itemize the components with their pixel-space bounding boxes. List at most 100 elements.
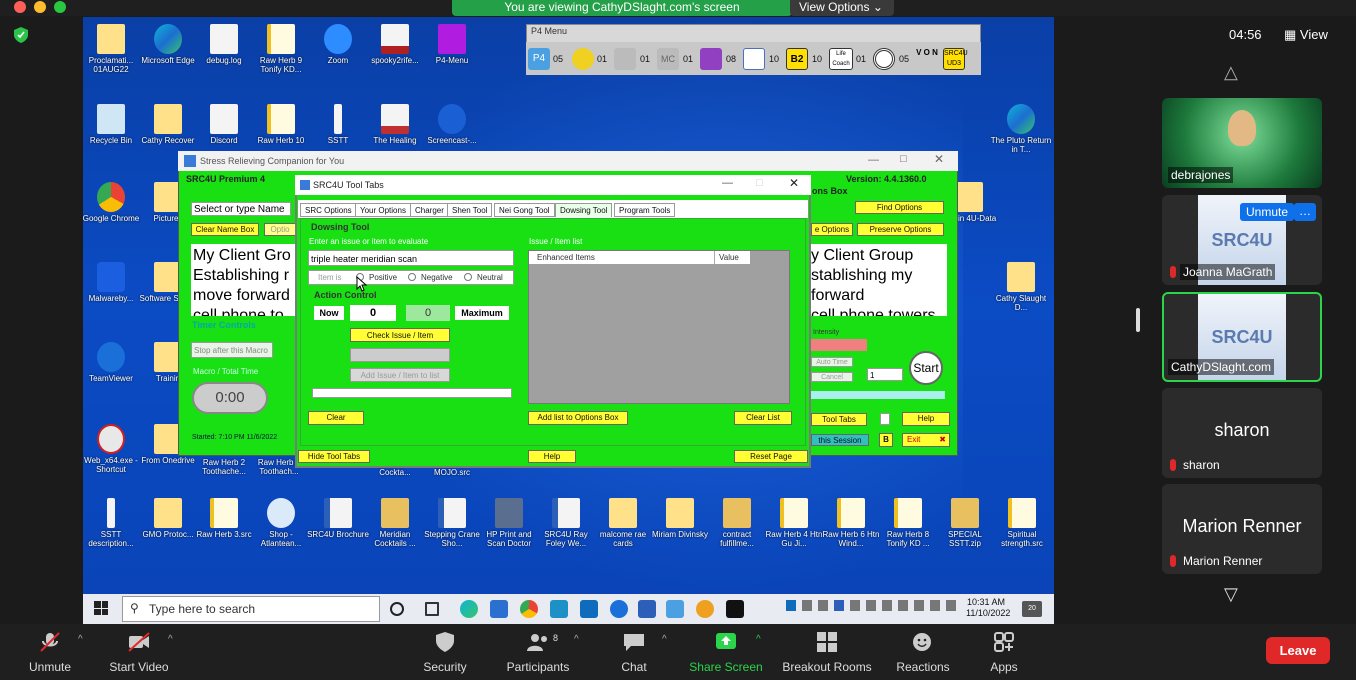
chevron-up-icon[interactable]: ^ xyxy=(168,634,173,645)
e-options-button[interactable]: e Options xyxy=(811,223,853,236)
desktop-icon[interactable]: Microsoft Edge xyxy=(137,24,199,65)
share-screen-button[interactable]: Share Screen xyxy=(686,631,766,674)
desktop-icon[interactable]: Spiritual strength.src xyxy=(991,498,1053,548)
chevron-up-icon[interactable]: ^ xyxy=(78,634,83,645)
negative-radio[interactable] xyxy=(408,273,416,281)
minimize-window-icon[interactable] xyxy=(34,1,46,13)
desktop-icon[interactable]: Raw Herb 10 xyxy=(250,104,312,145)
more-options-button[interactable]: … xyxy=(1294,203,1316,221)
desktop-icon[interactable]: P4-Menu xyxy=(421,24,483,65)
apps-button[interactable]: Apps xyxy=(986,631,1022,674)
minimize-icon[interactable]: — xyxy=(868,154,879,166)
column-header-items[interactable]: Enhanced Items xyxy=(529,251,714,264)
help-button-main[interactable]: Help xyxy=(902,412,950,426)
desktop-icon[interactable]: SRC4U Ray Foley We... xyxy=(535,498,597,548)
clock-icon[interactable] xyxy=(572,48,594,70)
close-icon[interactable]: ✕ xyxy=(934,152,944,166)
desktop-icon[interactable]: Cathy Recover xyxy=(137,104,199,145)
tray-icon[interactable] xyxy=(882,600,892,611)
tab-nei-gong-tool[interactable]: Nei Gong Tool xyxy=(494,203,555,217)
reset-page-button[interactable]: Reset Page xyxy=(734,450,808,463)
teamviewer-taskbar-icon[interactable] xyxy=(610,600,628,618)
scroll-up-icon[interactable]: △ xyxy=(1224,62,1238,83)
desktop-icon[interactable]: Shop - Atlantean... xyxy=(250,498,312,548)
outlook-taskbar-icon[interactable] xyxy=(580,600,598,618)
notifications-icon[interactable]: 20 xyxy=(1022,601,1042,617)
add-list-to-options-button[interactable]: Add list to Options Box xyxy=(528,411,628,425)
desktop-icon[interactable]: MOJO.src xyxy=(421,468,483,480)
desktop-icon[interactable]: SSTT xyxy=(307,104,369,145)
desktop-icon[interactable]: Proclamati... 01AUG22 xyxy=(80,24,142,74)
word-taskbar-icon[interactable] xyxy=(638,600,656,618)
b-button[interactable]: B xyxy=(879,433,893,447)
participant-tile-active-speaker[interactable]: SRC4U CathyDSlaght.com xyxy=(1162,292,1322,382)
tab-your-options[interactable]: Your Options xyxy=(355,203,411,217)
hide-tool-tabs-button[interactable]: Hide Tool Tabs xyxy=(298,450,370,463)
security-button[interactable]: Security xyxy=(418,631,472,674)
tab-shen-tool[interactable]: Shen Tool xyxy=(447,203,493,217)
this-session-button[interactable]: this Session xyxy=(811,434,869,446)
close-window-icon[interactable] xyxy=(14,1,26,13)
issue-list-table[interactable] xyxy=(528,250,790,404)
tool-tabs-button[interactable]: Tool Tabs xyxy=(811,413,867,426)
tab-src-options[interactable]: SRC Options xyxy=(300,203,357,217)
edge-taskbar-icon[interactable] xyxy=(460,600,478,618)
spiral-icon[interactable] xyxy=(700,48,722,70)
desktop-icon[interactable]: SPECIAL SSTT.zip xyxy=(934,498,996,548)
desktop-icon[interactable]: Malwareby... xyxy=(80,262,142,303)
life-coach-icon[interactable]: Life Coach xyxy=(829,48,853,70)
app-taskbar-icon[interactable] xyxy=(550,600,568,618)
auto-time-button[interactable]: Auto Time xyxy=(811,357,853,367)
desktop-icon[interactable]: Raw Herb 6 Htn Wind... xyxy=(820,498,882,548)
desktop-icon[interactable]: Raw Herb 8 Tonify KD ... xyxy=(877,498,939,548)
taskbar-search-input[interactable]: Type here to search xyxy=(122,596,380,622)
von-icon[interactable]: V O N xyxy=(916,48,938,70)
tray-icon[interactable] xyxy=(818,600,828,611)
preserve-options-button[interactable]: Preserve Options xyxy=(857,223,944,236)
desktop-icon[interactable]: malcome rae cards xyxy=(592,498,654,548)
desktop-icon[interactable]: TeamViewer xyxy=(80,342,142,383)
options-button[interactable]: Optio xyxy=(264,223,296,236)
cancel-button[interactable]: Cancel xyxy=(811,372,853,382)
windows-start-icon[interactable] xyxy=(94,601,108,615)
desktop-icon[interactable]: Web_x64.exe - Shortcut xyxy=(80,424,142,474)
unmute-participant-button[interactable]: Unmute xyxy=(1240,203,1294,221)
maximize-window-icon[interactable] xyxy=(54,1,66,13)
desktop-icon[interactable]: The Pluto Return in T... xyxy=(990,104,1052,154)
p4-icon[interactable]: P4 xyxy=(528,48,550,70)
tab-program-tools[interactable]: Program Tools xyxy=(614,203,676,217)
chevron-up-icon[interactable]: ^ xyxy=(574,634,579,645)
client-text-left[interactable]: My Client Gro Establishing r move forwar… xyxy=(191,244,297,316)
tool-icon[interactable] xyxy=(614,48,636,70)
client-text-right[interactable]: y Client Group stablishing my forward ce… xyxy=(809,244,947,316)
app2-taskbar-icon[interactable] xyxy=(696,600,714,618)
chrome-taskbar-icon[interactable] xyxy=(520,600,538,618)
leave-button[interactable]: Leave xyxy=(1266,637,1330,664)
add-issue-button[interactable]: Add Issue / Item to list xyxy=(350,368,450,382)
help-button-tool[interactable]: Help xyxy=(528,450,576,463)
tab-dowsing-tool[interactable]: Dowsing Tool xyxy=(555,203,613,217)
gallery-resize-handle[interactable] xyxy=(1136,308,1140,332)
breakout-rooms-button[interactable]: Breakout Rooms xyxy=(780,631,874,674)
tray-icon[interactable] xyxy=(786,600,796,611)
participant-tile[interactable]: sharon sharon xyxy=(1162,388,1322,478)
desktop-icon[interactable]: Cathy Slaught D... xyxy=(990,262,1052,312)
start-video-button[interactable]: Start Video xyxy=(104,631,174,674)
chat-button[interactable]: Chat xyxy=(614,631,654,674)
desktop-icon[interactable]: Raw Herb 2 Toothache... xyxy=(193,458,255,480)
explorer-taskbar-icon[interactable] xyxy=(490,600,508,618)
cortana-icon[interactable] xyxy=(390,602,404,616)
desktop-icon[interactable]: SRC4U Brochure xyxy=(307,498,369,539)
column-header-value[interactable]: Value xyxy=(714,251,750,264)
intensity-slider[interactable] xyxy=(811,339,867,351)
participant-tile[interactable]: SRC4U Unmute … Joanna MaGrath xyxy=(1162,195,1322,285)
task-view-icon[interactable] xyxy=(425,602,439,616)
app3-taskbar-icon[interactable] xyxy=(726,600,744,618)
chevron-up-icon[interactable]: ^ xyxy=(756,634,761,645)
desktop-icon[interactable]: spooky2rife... xyxy=(364,24,426,65)
neutral-radio[interactable] xyxy=(464,273,472,281)
name-box-input[interactable]: Select or type Name xyxy=(191,202,291,216)
desktop-icon[interactable]: HP Print and Scan Doctor xyxy=(478,498,540,548)
find-options-button[interactable]: Find Options xyxy=(855,201,944,214)
desktop-icon[interactable]: SSTT description... xyxy=(80,498,142,548)
